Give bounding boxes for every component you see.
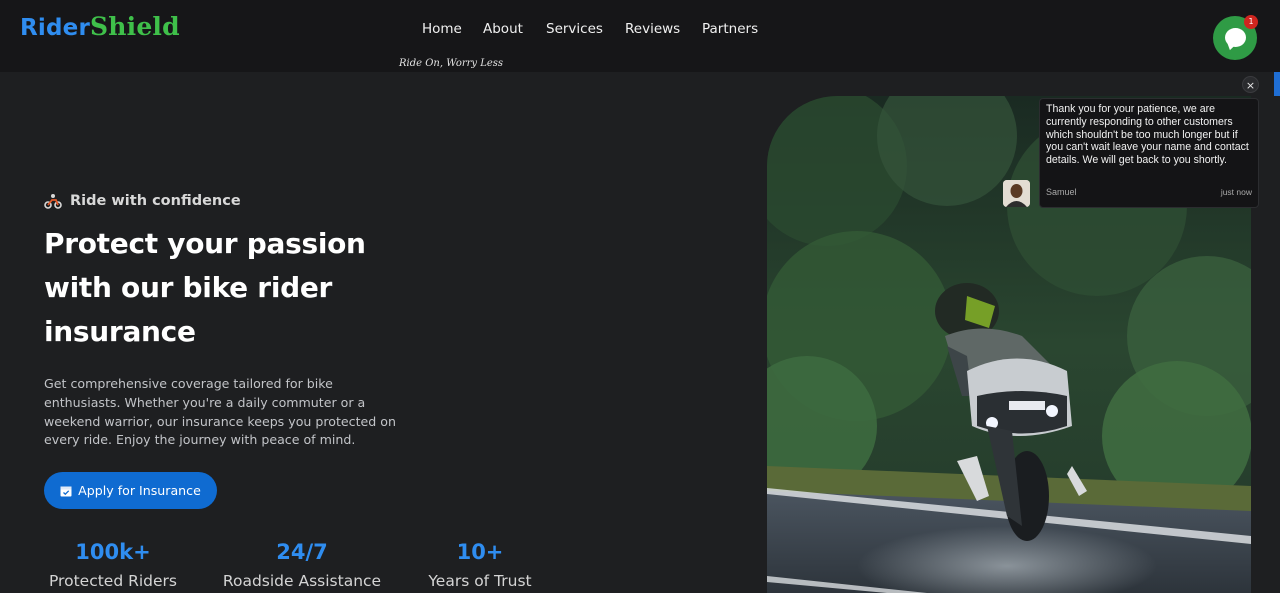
scrollbar-thumb[interactable] — [1274, 72, 1280, 96]
logo-part-shield: Shield — [90, 12, 180, 41]
stat-value: 100k+ — [75, 540, 151, 564]
chat-message: Thank you for your patience, we are curr… — [1046, 103, 1249, 167]
hero-eyebrow-text: Ride with confidence — [70, 193, 241, 209]
stat-value: 10+ — [456, 540, 504, 564]
chat-launcher-button[interactable]: 1 — [1213, 15, 1258, 60]
stat-protected-riders: 100k+ Protected Riders — [44, 540, 182, 590]
navbar: RiderShield Home About Services Reviews … — [0, 0, 1280, 72]
hero-headline: Protect your passion with our bike rider… — [44, 227, 366, 348]
unread-badge: 1 — [1244, 15, 1258, 29]
stat-roadside-assistance: 24/7 Roadside Assistance — [214, 540, 390, 590]
chat-timestamp: just now — [1220, 187, 1252, 197]
chat-agent-name: Samuel — [1046, 187, 1077, 197]
hero-description: Get comprehensive coverage tailored for … — [44, 376, 396, 448]
nav-about[interactable]: About — [483, 21, 523, 37]
nav-reviews[interactable]: Reviews — [625, 21, 680, 37]
nav-home[interactable]: Home — [422, 21, 462, 37]
agent-avatar — [1003, 180, 1030, 207]
motorcycle-icon — [44, 194, 62, 209]
stat-label: Protected Riders — [48, 572, 177, 590]
chat-close-button[interactable]: × — [1242, 76, 1259, 93]
apply-button-label: Apply for Insurance — [78, 483, 201, 498]
stat-years-of-trust: 10+ Years of Trust — [422, 540, 538, 590]
stat-value: 24/7 — [276, 540, 328, 564]
chat-bubble-tail — [1225, 42, 1235, 52]
tagline: Ride On, Worry Less — [399, 58, 504, 69]
apply-for-insurance-button[interactable]: Apply for Insurance — [44, 472, 217, 509]
stat-label: Years of Trust — [428, 572, 532, 590]
calendar-check-icon — [60, 486, 72, 496]
stat-label: Roadside Assistance — [222, 572, 382, 590]
logo-part-rider: Rider — [20, 15, 90, 41]
hero-eyebrow: Ride with confidence — [44, 193, 241, 209]
chat-popup[interactable]: Thank you for your patience, we are curr… — [1039, 98, 1259, 208]
logo[interactable]: RiderShield — [20, 12, 180, 41]
nav-services[interactable]: Services — [546, 21, 603, 37]
nav-partners[interactable]: Partners — [702, 21, 758, 37]
